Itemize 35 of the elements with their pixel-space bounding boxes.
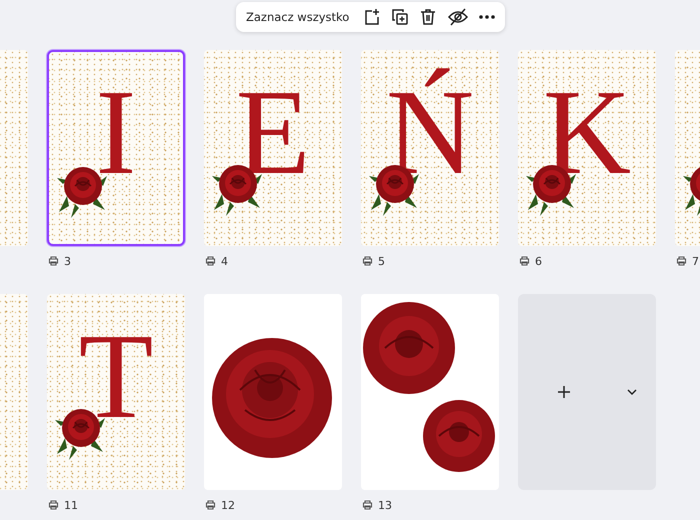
page-number: 13: [378, 498, 392, 512]
hidden-eye-icon[interactable]: [447, 8, 470, 26]
page-letter: K: [542, 72, 632, 194]
page-number: 7: [692, 254, 699, 268]
printer-icon: [48, 256, 59, 266]
page-number: 5: [378, 254, 385, 268]
page-letter: T: [78, 316, 154, 438]
add-page-icon[interactable]: [363, 8, 382, 26]
more-icon[interactable]: [479, 15, 496, 19]
page-number: 3: [64, 254, 71, 268]
printer-icon: [205, 256, 216, 266]
printer-icon: [519, 256, 530, 266]
printer-icon: [48, 500, 59, 510]
page-thumbnail[interactable]: Ń: [361, 50, 499, 246]
select-all-button[interactable]: Zaznacz wszystko: [246, 10, 354, 24]
trash-icon[interactable]: [419, 8, 438, 26]
page-number: 4: [221, 254, 228, 268]
printer-icon: [362, 256, 373, 266]
chevron-down-icon: [627, 389, 637, 395]
page-number: 11: [64, 498, 78, 512]
page-thumbnail[interactable]: [204, 294, 342, 490]
page-letter: E: [236, 72, 310, 194]
printer-icon: [205, 500, 216, 510]
page-thumbnail[interactable]: E: [204, 50, 342, 246]
page-number: 6: [535, 254, 542, 268]
page-letter: I: [96, 72, 136, 194]
page-thumbnail[interactable]: K: [518, 50, 656, 246]
printer-icon: [362, 500, 373, 510]
add-page-tile[interactable]: [518, 294, 656, 490]
page-thumbnail[interactable]: T: [47, 294, 185, 490]
printer-icon: [676, 256, 687, 266]
page-number: 12: [221, 498, 235, 512]
page-thumbnail[interactable]: I: [47, 50, 185, 246]
plus-icon: [557, 385, 571, 399]
duplicate-icon[interactable]: [391, 8, 410, 26]
